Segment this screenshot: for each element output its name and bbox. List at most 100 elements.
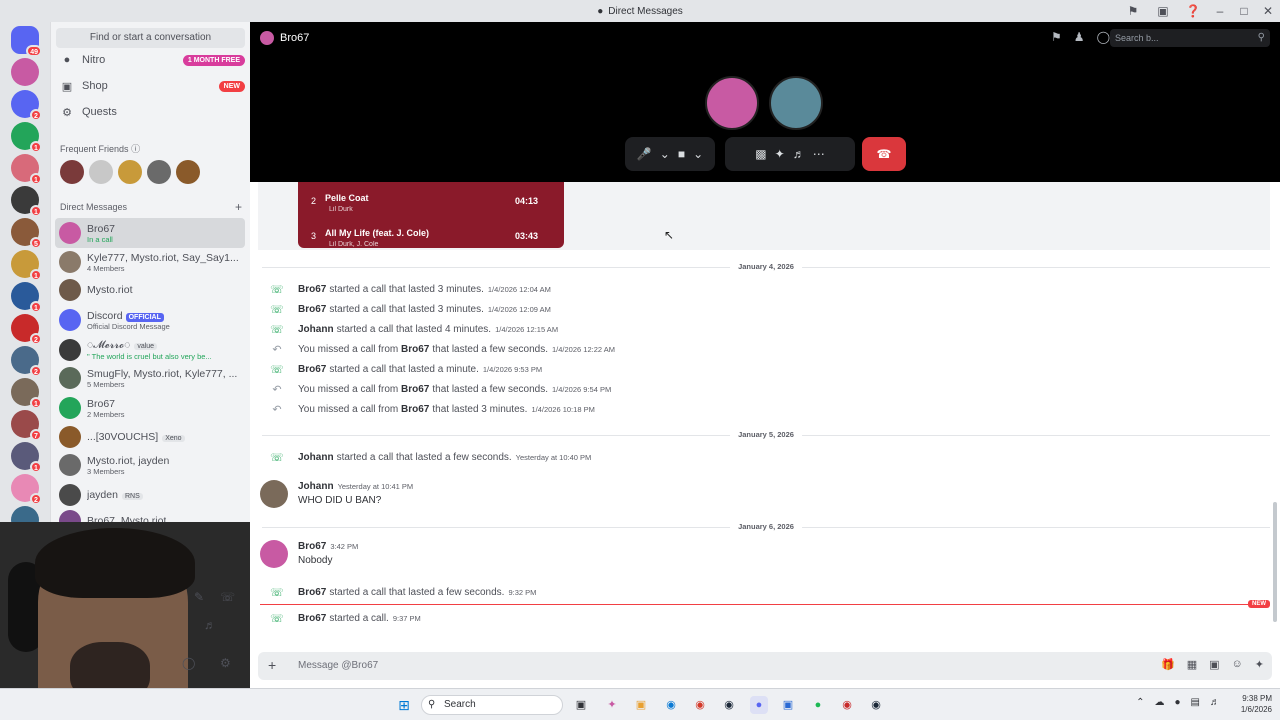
- edge-icon[interactable]: ◉: [662, 696, 680, 714]
- search-input[interactable]: Search b... ⚲: [1110, 29, 1270, 47]
- server-icon[interactable]: 2: [11, 474, 42, 505]
- server-icon[interactable]: 2: [11, 314, 42, 345]
- server-icon[interactable]: 5: [11, 218, 42, 249]
- server-icon[interactable]: 1: [11, 250, 42, 281]
- file-explorer-icon[interactable]: ▣: [632, 696, 650, 714]
- clock[interactable]: 9:38 PM 1/6/2026: [1241, 693, 1272, 715]
- nav-nitro[interactable]: ● Nitro 1 MONTH FREE: [57, 50, 245, 70]
- chrome-icon[interactable]: ◉: [691, 696, 709, 714]
- upload-plus-icon[interactable]: +: [268, 657, 276, 673]
- hang-up-button[interactable]: ☎: [862, 137, 906, 171]
- dm-item[interactable]: SmugFly, Mysto.riot, Kyle777, ... 5 Membe…: [55, 363, 245, 393]
- nitro-icon: ●: [63, 54, 71, 66]
- mic-icon[interactable]: 🎤: [637, 147, 652, 161]
- home-button[interactable]: 49: [11, 26, 42, 57]
- network-icon[interactable]: ☁: [1155, 697, 1165, 708]
- scrollbar[interactable]: [1273, 502, 1277, 622]
- soundboard-icon[interactable]: ♬: [204, 618, 216, 632]
- steam-icon[interactable]: ◉: [867, 696, 885, 714]
- video-off-icon[interactable]: ✎: [194, 590, 204, 604]
- friend-avatar[interactable]: [147, 160, 171, 184]
- dm-item[interactable]: Mysto.riot, jayden 3 Members: [55, 450, 245, 480]
- server-icon[interactable]: 2: [11, 346, 42, 377]
- dm-item[interactable]: Mysto.riot: [55, 275, 245, 305]
- taskbar-search[interactable]: ⚲ Search: [421, 695, 563, 715]
- server-icon[interactable]: [11, 58, 39, 86]
- server-icon[interactable]: 7: [11, 410, 42, 441]
- server-icon[interactable]: 1: [11, 186, 42, 217]
- chevron-down-icon[interactable]: ⌄: [693, 147, 703, 161]
- mic-icon[interactable]: ●: [1175, 697, 1181, 708]
- spotify-icon[interactable]: ●: [809, 696, 827, 714]
- friend-avatar[interactable]: [176, 160, 200, 184]
- server-icon[interactable]: 1: [11, 122, 42, 153]
- add-friends-icon[interactable]: ♟: [1074, 30, 1085, 44]
- store-icon[interactable]: ▣: [779, 696, 797, 714]
- inbox-icon[interactable]: ▣: [1148, 4, 1178, 18]
- friend-avatar[interactable]: [89, 160, 113, 184]
- dm-item[interactable]: ◌𝓜𝓮𝓻𝓻𝓸◌ value " The world is cruel but als…: [55, 335, 245, 365]
- call-log: ☏ Bro67 started a call that lasted 3 minu…: [270, 283, 551, 296]
- gift-icon[interactable]: 🎁: [1161, 658, 1175, 671]
- participant-avatar[interactable]: [769, 76, 823, 130]
- steam-icon[interactable]: ◉: [720, 696, 738, 714]
- close-button[interactable]: ✕: [1256, 4, 1280, 18]
- headphones-icon[interactable]: ◯: [182, 656, 195, 670]
- app-icon[interactable]: ◉: [838, 696, 856, 714]
- task-view-icon[interactable]: ▣: [572, 696, 590, 714]
- server-icon[interactable]: 1: [11, 282, 42, 313]
- chevron-up-icon[interactable]: ⌃: [1136, 697, 1144, 708]
- server-icon[interactable]: 1: [11, 442, 42, 473]
- playlist-card: 2 Pelle Coat Lil Durk 04:13 3 All My Lif…: [298, 182, 564, 248]
- server-icon[interactable]: 2: [11, 90, 42, 121]
- phone-icon: ☏: [270, 323, 284, 336]
- dm-item[interactable]: Discord OFFICIAL Official Discord Message: [55, 305, 245, 335]
- screen-share-icon[interactable]: ▩: [755, 147, 766, 161]
- call-log: ☏ Johann started a call that lasted 4 min…: [270, 323, 559, 336]
- camera-off-icon[interactable]: ■: [678, 147, 685, 161]
- dm-item[interactable]: Bro67 2 Members: [55, 393, 245, 423]
- nav-shop[interactable]: ▣ Shop NEW: [57, 76, 245, 96]
- nav-quests[interactable]: ⚙ Quests: [57, 102, 245, 122]
- playlist-track[interactable]: 3 All My Life (feat. J. Cole) Lil Durk, …: [298, 223, 564, 253]
- playlist-track[interactable]: 2 Pelle Coat Lil Durk 04:13: [298, 188, 564, 218]
- volume-icon[interactable]: ♬: [1210, 697, 1220, 708]
- pin-icon[interactable]: ⚑: [1118, 4, 1148, 18]
- apps-icon[interactable]: ✦: [1255, 658, 1264, 671]
- dm-item[interactable]: Bro67 In a call: [55, 218, 245, 248]
- start-button[interactable]: ⊞: [395, 696, 413, 714]
- gif-icon[interactable]: ▦: [1187, 658, 1197, 671]
- wifi-icon[interactable]: ▤: [1191, 697, 1200, 708]
- participant-avatar[interactable]: [705, 76, 759, 130]
- avatar[interactable]: [260, 540, 288, 568]
- discord-taskbar-icon[interactable]: ●: [750, 696, 768, 714]
- find-conversation-button[interactable]: Find or start a conversation: [56, 28, 245, 48]
- avatar[interactable]: [260, 480, 288, 508]
- chevron-down-icon[interactable]: ⌄: [660, 147, 670, 161]
- profile-icon[interactable]: ◯: [1097, 30, 1110, 44]
- sticker-icon[interactable]: ▣: [1209, 658, 1219, 671]
- minimize-button[interactable]: –: [1208, 4, 1232, 18]
- activities-icon[interactable]: ✦: [775, 147, 785, 161]
- soundboard-icon[interactable]: ♬: [793, 147, 805, 161]
- help-icon[interactable]: ❓: [1178, 4, 1208, 18]
- server-icon[interactable]: 1: [11, 378, 42, 409]
- pin-icon[interactable]: ⚑: [1051, 30, 1062, 44]
- add-dm-icon[interactable]: +: [235, 200, 242, 214]
- server-icon[interactable]: 1: [11, 154, 42, 185]
- dm-item[interactable]: Kyle777, Mysto.riot, Say_Say1... 4 Member…: [55, 247, 245, 277]
- call-panel: Bro67 ⚑ ♟ ◯ Search b... ⚲ 🎤 ⌄ ■ ⌄ ▩ ✦ ♬ ⋯…: [250, 22, 1280, 182]
- more-icon[interactable]: ⋯: [813, 147, 825, 161]
- emoji-icon[interactable]: ☺: [1232, 658, 1243, 671]
- dm-item[interactable]: ...[30VOUCHS] Xeno: [55, 422, 245, 452]
- settings-icon[interactable]: ⚙: [220, 656, 231, 670]
- message-composer[interactable]: + Message @Bro67 🎁 ▦ ▣ ☺ ✦: [258, 652, 1272, 680]
- copilot-icon[interactable]: ✦: [603, 696, 621, 714]
- avatar: [59, 222, 81, 244]
- avatar: [59, 454, 81, 476]
- maximize-button[interactable]: □: [1232, 4, 1256, 18]
- disconnect-icon[interactable]: ☏: [220, 590, 235, 604]
- friend-avatar[interactable]: [118, 160, 142, 184]
- missed-call-log: ↶ You missed a call from Bro67 that laste…: [270, 341, 615, 357]
- friend-avatar[interactable]: [60, 160, 84, 184]
